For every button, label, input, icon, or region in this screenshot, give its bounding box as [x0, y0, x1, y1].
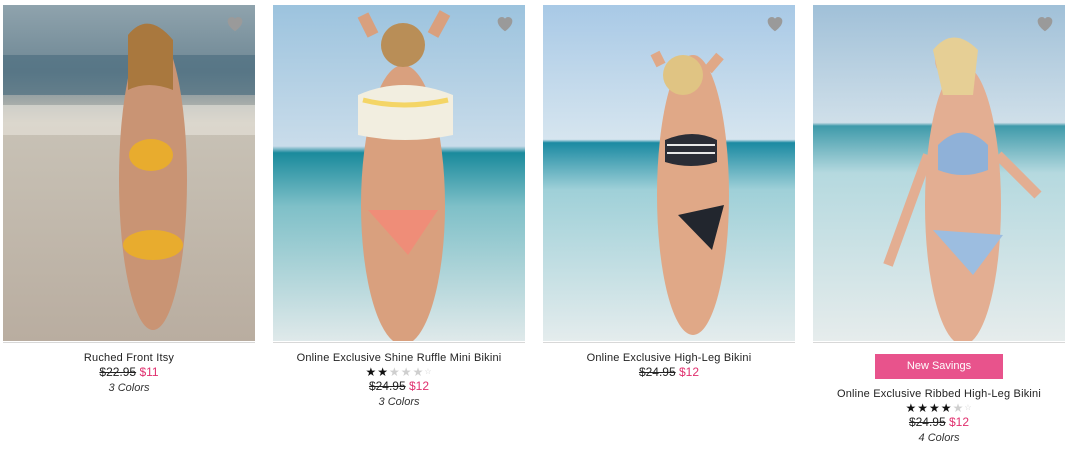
- product-photo: [543, 5, 795, 341]
- star-rating: ★★★★★☆: [813, 401, 1065, 415]
- sale-price: $12: [409, 379, 430, 393]
- product-info: New Savings Online Exclusive Ribbed High…: [813, 343, 1065, 446]
- product-photo: [813, 5, 1065, 341]
- original-price: $22.95: [99, 365, 137, 379]
- product-grid: Ruched Front Itsy $22.95 $11 3 Colors On…: [3, 5, 1065, 455]
- product-price: $24.95 $12: [273, 379, 525, 394]
- star-icon: ★: [952, 401, 965, 415]
- heart-icon[interactable]: [764, 12, 786, 34]
- product-photo: [273, 5, 525, 341]
- product-image[interactable]: [543, 5, 795, 341]
- product-price: $22.95 $11: [3, 365, 255, 380]
- product-card: Online Exclusive Shine Ruffle Mini Bikin…: [273, 5, 525, 450]
- star-rating: ★★★★★☆: [273, 365, 525, 379]
- heart-icon[interactable]: [494, 12, 516, 34]
- star-icon: ★: [917, 401, 930, 415]
- sale-price: $12: [949, 415, 970, 429]
- product-card: Online Exclusive High-Leg Bikini $24.95 …: [543, 5, 795, 450]
- product-name[interactable]: Ruched Front Itsy: [3, 351, 255, 365]
- original-price: $24.95: [908, 415, 946, 429]
- product-image[interactable]: [273, 5, 525, 341]
- product-card: New Savings Online Exclusive Ribbed High…: [813, 5, 1065, 450]
- original-price: $24.95: [368, 379, 406, 393]
- star-icon: ★: [412, 365, 425, 379]
- sale-price: $12: [679, 365, 700, 379]
- new-savings-badge: New Savings: [875, 354, 1003, 379]
- product-image[interactable]: [3, 5, 255, 341]
- star-icon: ★: [377, 365, 390, 379]
- product-price: $24.95 $12: [543, 365, 795, 380]
- sale-price: $11: [139, 365, 159, 379]
- product-name[interactable]: Online Exclusive High-Leg Bikini: [543, 351, 795, 365]
- product-name[interactable]: Online Exclusive Shine Ruffle Mini Bikin…: [273, 351, 525, 365]
- star-icon: ★: [929, 401, 941, 415]
- original-price: $24.95: [638, 365, 676, 379]
- star-icon: ★: [940, 401, 953, 415]
- color-count: 4 Colors: [918, 432, 960, 444]
- color-count: 3 Colors: [108, 382, 150, 394]
- product-info: Online Exclusive High-Leg Bikini $24.95 …: [543, 343, 795, 380]
- product-image[interactable]: [813, 5, 1065, 341]
- star-icon: ★: [389, 365, 401, 379]
- color-count: 3 Colors: [378, 396, 420, 408]
- star-icon: ★: [400, 365, 413, 379]
- heart-icon[interactable]: [1034, 12, 1056, 34]
- product-info: Ruched Front Itsy $22.95 $11 3 Colors: [3, 343, 255, 396]
- product-info: Online Exclusive Shine Ruffle Mini Bikin…: [273, 343, 525, 410]
- product-photo: [3, 5, 255, 341]
- product-name[interactable]: Online Exclusive Ribbed High-Leg Bikini: [813, 387, 1065, 401]
- heart-icon[interactable]: [224, 12, 246, 34]
- product-price: $24.95 $12: [813, 415, 1065, 430]
- star-icon: ★: [365, 365, 378, 379]
- star-icon: ★: [905, 401, 918, 415]
- half-star-icon: ☆: [964, 403, 973, 412]
- half-star-icon: ☆: [424, 367, 433, 376]
- product-card: Ruched Front Itsy $22.95 $11 3 Colors: [3, 5, 255, 450]
